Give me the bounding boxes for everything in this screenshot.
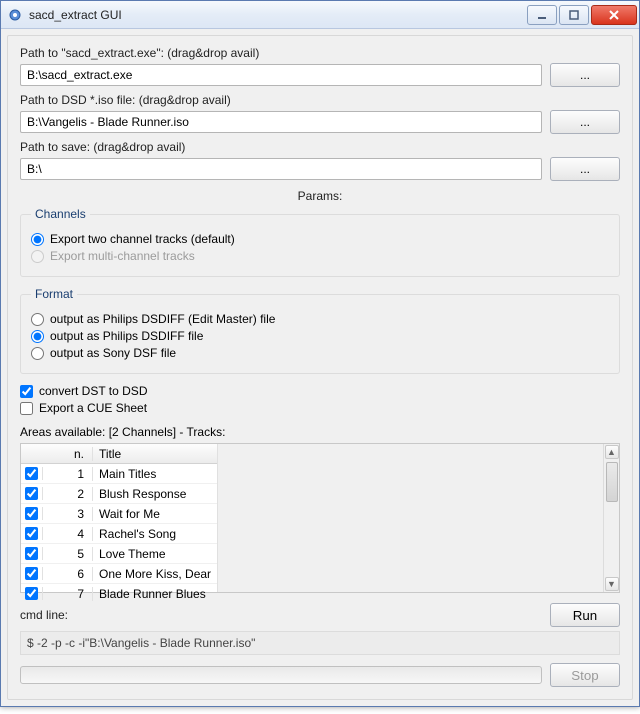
table-row[interactable]: 2Blush Response: [21, 484, 217, 504]
areas-label: Areas available: [2 Channels] - Tracks:: [20, 425, 620, 439]
stop-button[interactable]: Stop: [550, 663, 620, 687]
track-checkbox[interactable]: [25, 527, 38, 540]
vertical-scrollbar[interactable]: ▲ ▼: [603, 444, 619, 592]
channels-legend: Channels: [31, 207, 90, 221]
save-browse-button[interactable]: ...: [550, 157, 620, 181]
track-number: 4: [43, 527, 93, 541]
track-checkbox[interactable]: [25, 507, 38, 520]
format-legend: Format: [31, 287, 77, 301]
table-row[interactable]: 3Wait for Me: [21, 504, 217, 524]
track-number: 1: [43, 467, 93, 481]
convert-dst-checkbox[interactable]: convert DST to DSD: [20, 384, 620, 398]
track-number: 3: [43, 507, 93, 521]
track-title: One More Kiss, Dear: [93, 567, 217, 581]
cmdline-label: cmd line:: [20, 608, 68, 622]
tracks-listview[interactable]: n. Title 1Main Titles2Blush Response3Wai…: [20, 443, 620, 593]
track-number: 6: [43, 567, 93, 581]
track-checkbox[interactable]: [25, 547, 38, 560]
cmd-display: $ -2 -p -c -i"B:\Vangelis - Blade Runner…: [20, 631, 620, 655]
channels-multi-radio: Export multi-channel tracks: [31, 249, 609, 263]
format-editmaster-radio[interactable]: output as Philips DSDIFF (Edit Master) f…: [31, 312, 609, 326]
format-editmaster-input[interactable]: [31, 313, 44, 326]
track-title: Blush Response: [93, 487, 217, 501]
table-row[interactable]: 7Blade Runner Blues: [21, 584, 217, 604]
channels-multi-input: [31, 250, 44, 263]
track-checkbox[interactable]: [25, 487, 38, 500]
track-number: 2: [43, 487, 93, 501]
export-cue-input[interactable]: [20, 402, 33, 415]
exe-path-input[interactable]: [20, 64, 542, 86]
iso-path-input[interactable]: [20, 111, 542, 133]
save-path-label: Path to save: (drag&drop avail): [20, 140, 620, 154]
format-group: Format output as Philips DSDIFF (Edit Ma…: [20, 287, 620, 374]
col-n-header[interactable]: n.: [43, 447, 93, 461]
channels-two-input[interactable]: [31, 233, 44, 246]
exe-path-label: Path to "sacd_extract.exe": (drag&drop a…: [20, 46, 620, 60]
iso-browse-button[interactable]: ...: [550, 110, 620, 134]
track-title: Love Theme: [93, 547, 217, 561]
channels-two-radio[interactable]: Export two channel tracks (default): [31, 232, 609, 246]
track-number: 7: [43, 587, 93, 601]
close-button[interactable]: [591, 5, 637, 25]
window-buttons: [525, 5, 637, 25]
tracks-blank-area: ▲ ▼: [217, 444, 619, 592]
run-button[interactable]: Run: [550, 603, 620, 627]
convert-dst-label: convert DST to DSD: [39, 384, 147, 398]
iso-path-label: Path to DSD *.iso file: (drag&drop avail…: [20, 93, 620, 107]
format-dsdiff-input[interactable]: [31, 330, 44, 343]
table-row[interactable]: 5Love Theme: [21, 544, 217, 564]
channels-two-label: Export two channel tracks (default): [50, 232, 235, 246]
convert-dst-input[interactable]: [20, 385, 33, 398]
track-title: Wait for Me: [93, 507, 217, 521]
scroll-down-icon[interactable]: ▼: [605, 577, 619, 591]
track-number: 5: [43, 547, 93, 561]
table-row[interactable]: 6One More Kiss, Dear: [21, 564, 217, 584]
channels-group: Channels Export two channel tracks (defa…: [20, 207, 620, 277]
track-checkbox[interactable]: [25, 587, 38, 600]
col-title-header[interactable]: Title: [93, 447, 217, 461]
format-dsf-label: output as Sony DSF file: [50, 346, 176, 360]
save-path-input[interactable]: [20, 158, 542, 180]
export-cue-checkbox[interactable]: Export a CUE Sheet: [20, 401, 620, 415]
format-dsdiff-radio[interactable]: output as Philips DSDIFF file: [31, 329, 609, 343]
scroll-thumb[interactable]: [606, 462, 618, 502]
export-cue-label: Export a CUE Sheet: [39, 401, 147, 415]
app-window: sacd_extract GUI Path to "sacd_extract.e…: [0, 0, 640, 707]
tracks-header: n. Title: [21, 444, 217, 464]
minimize-button[interactable]: [527, 5, 557, 25]
table-row[interactable]: 1Main Titles: [21, 464, 217, 484]
track-checkbox[interactable]: [25, 567, 38, 580]
format-editmaster-label: output as Philips DSDIFF (Edit Master) f…: [50, 312, 275, 326]
app-icon: [7, 7, 23, 23]
format-dsf-input[interactable]: [31, 347, 44, 360]
channels-multi-label: Export multi-channel tracks: [50, 249, 195, 263]
format-dsdiff-label: output as Philips DSDIFF file: [50, 329, 203, 343]
titlebar: sacd_extract GUI: [1, 1, 639, 29]
params-heading: Params:: [20, 189, 620, 203]
maximize-button[interactable]: [559, 5, 589, 25]
scroll-up-icon[interactable]: ▲: [605, 445, 619, 459]
window-title: sacd_extract GUI: [29, 8, 525, 22]
progress-bar: [20, 666, 542, 684]
track-title: Rachel's Song: [93, 527, 217, 541]
exe-browse-button[interactable]: ...: [550, 63, 620, 87]
track-title: Main Titles: [93, 467, 217, 481]
track-checkbox[interactable]: [25, 467, 38, 480]
format-dsf-radio[interactable]: output as Sony DSF file: [31, 346, 609, 360]
table-row[interactable]: 4Rachel's Song: [21, 524, 217, 544]
content-area: Path to "sacd_extract.exe": (drag&drop a…: [7, 35, 633, 700]
track-title: Blade Runner Blues: [93, 587, 217, 601]
